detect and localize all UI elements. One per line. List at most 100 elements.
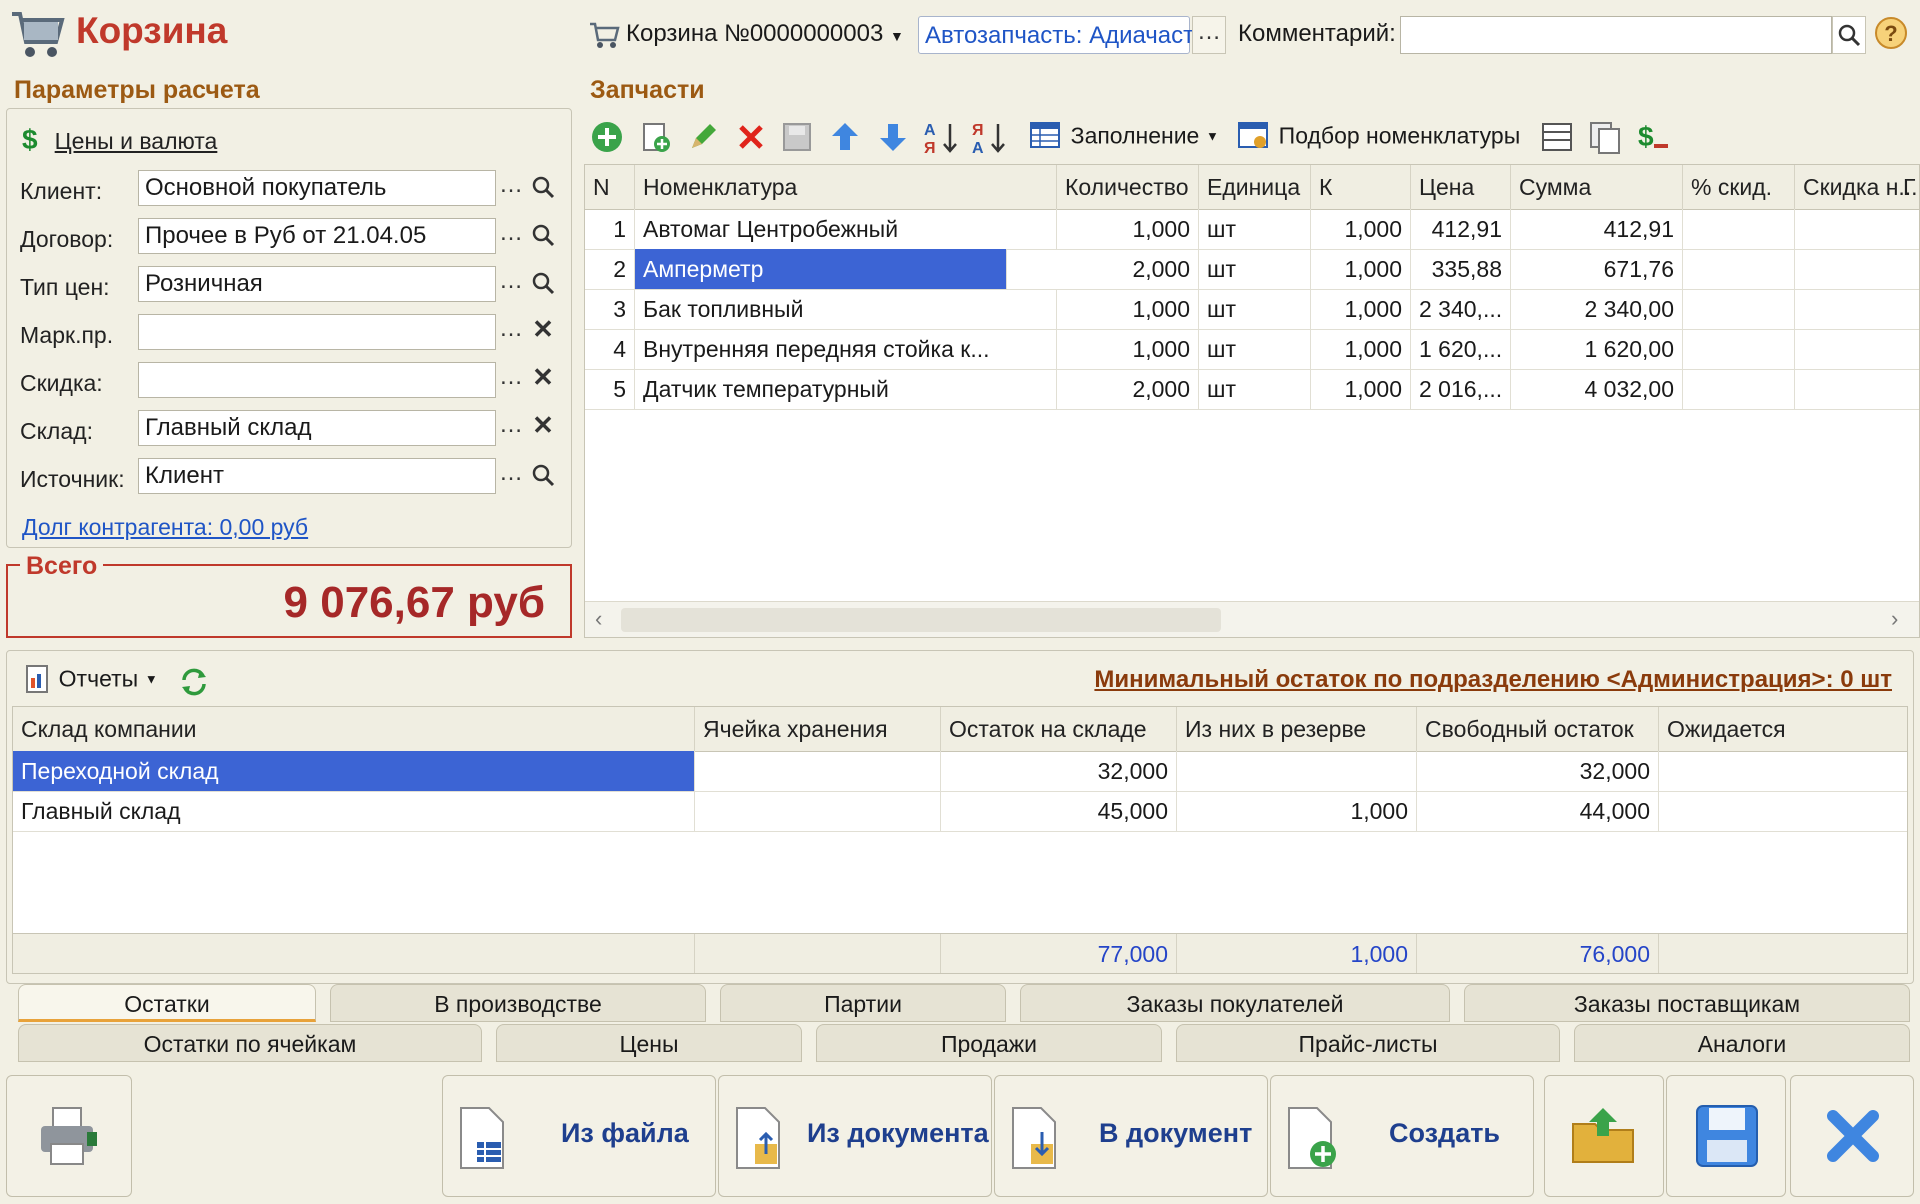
to-document-button[interactable]: В документ (994, 1075, 1268, 1197)
delete-icon[interactable] (732, 118, 770, 156)
row-discount-percent (1683, 209, 1795, 249)
copy-icon[interactable] (1586, 118, 1624, 156)
add-icon[interactable] (588, 118, 626, 156)
discount-field[interactable] (138, 362, 496, 398)
price-type-field[interactable]: Розничная (138, 266, 496, 302)
warehouse-select-button[interactable]: … (494, 410, 528, 446)
price-currency-icon[interactable]: $ (1634, 118, 1672, 156)
col-name[interactable]: Номенклатура (635, 165, 1057, 209)
edit-icon[interactable] (684, 118, 722, 156)
col-cell[interactable]: Ячейка хранения (695, 707, 941, 751)
brand-select-button[interactable]: … (494, 314, 528, 350)
table-row[interactable]: 4 Внутренняя передняя стойка к... 1,000 … (585, 329, 1919, 370)
refresh-icon[interactable] (178, 666, 210, 698)
price-type-select-button[interactable]: … (494, 266, 528, 302)
col-price[interactable]: Цена (1411, 165, 1511, 209)
reports-dropdown[interactable]: Отчеты ▼ (24, 664, 158, 700)
brand-field[interactable] (138, 314, 496, 350)
warehouse-clear-button[interactable]: ✕ (526, 410, 560, 446)
pick-nomenclature-button[interactable]: Подбор номенклатуры (1236, 118, 1520, 156)
save-row-icon[interactable] (778, 118, 816, 156)
client-search-button[interactable] (526, 170, 560, 206)
col-k[interactable]: К (1311, 165, 1411, 209)
tab-remains[interactable]: Остатки (18, 984, 316, 1022)
row-name: Внутренняя передняя стойка к... (635, 329, 1057, 369)
autopart-link[interactable]: Автозапчасть: Адиачаст (925, 22, 1194, 50)
debt-link[interactable]: Долг контрагента: 0,00 руб (22, 514, 308, 541)
sort-asc-icon[interactable]: АЯ (922, 118, 960, 156)
fill-label: Заполнение (1070, 122, 1200, 149)
source-search-button[interactable] (526, 458, 560, 494)
table-row[interactable]: Переходной склад 32,000 32,000 (13, 751, 1907, 792)
parts-hscrollbar[interactable]: ‹ › (585, 601, 1919, 637)
brand-clear-button[interactable]: ✕ (526, 314, 560, 350)
open-folder-button[interactable] (1544, 1075, 1664, 1197)
table-row[interactable]: 3 Бак топливный 1,000 шт 1,000 2 340,...… (585, 289, 1919, 330)
table-row[interactable]: Главный склад 45,000 1,000 44,000 (13, 791, 1907, 832)
col-discount-percent[interactable]: % скид. (1683, 165, 1795, 209)
tab-supplier-orders[interactable]: Заказы поставщикам (1464, 984, 1910, 1022)
autopart-select-button[interactable]: … (1192, 16, 1226, 54)
copy-row-icon[interactable] (636, 118, 674, 156)
move-down-icon[interactable] (874, 118, 912, 156)
sort-desc-icon[interactable]: ЯА (970, 118, 1008, 156)
prices-currency-link[interactable]: $ Цены и валюта (22, 124, 217, 158)
move-up-icon[interactable] (826, 118, 864, 156)
discount-clear-button[interactable]: ✕ (526, 362, 560, 398)
tab-prices[interactable]: Цены (496, 1024, 802, 1062)
min-remain-link[interactable]: Минимальный остаток по подразделению <Ад… (1070, 666, 1892, 694)
tab-customer-orders[interactable]: Заказы покулателей (1020, 984, 1450, 1022)
col-reserve[interactable]: Из них в резерве (1177, 707, 1417, 751)
contract-select-button[interactable]: … (494, 218, 528, 254)
create-button[interactable]: Создать (1270, 1075, 1534, 1197)
scroll-right-icon[interactable]: › (1891, 606, 1898, 632)
pick-nomenclature-label: Подбор номенклатуры (1278, 122, 1521, 149)
table-row[interactable]: 1 Автомаг Центробежный 1,000 шт 1,000 41… (585, 209, 1919, 250)
price-type-search-button[interactable] (526, 266, 560, 302)
contract-field[interactable]: Прочее в Руб от 21.04.05 (138, 218, 496, 254)
col-sum[interactable]: Сумма (1511, 165, 1683, 209)
list-settings-icon[interactable] (1538, 118, 1576, 156)
scroll-thumb[interactable] (621, 608, 1221, 632)
close-button[interactable] (1790, 1075, 1914, 1197)
warehouse-field[interactable]: Главный склад (138, 410, 496, 446)
discount-select-button[interactable]: … (494, 362, 528, 398)
client-select-button[interactable]: … (494, 170, 528, 206)
save-button[interactable] (1666, 1075, 1786, 1197)
col-extra[interactable]: Г (1895, 165, 1919, 209)
row-cell (695, 791, 941, 831)
basket-number-dropdown[interactable]: Корзина №0000000003 ▼ (626, 20, 904, 48)
table-row[interactable]: 5 Датчик температурный 2,000 шт 1,000 2 … (585, 369, 1919, 410)
row-n: 2 (585, 249, 635, 289)
client-field[interactable]: Основной покупатель (138, 170, 496, 206)
from-document-button[interactable]: Из документа (718, 1075, 992, 1197)
print-button[interactable] (6, 1075, 132, 1197)
tab-cell-remains[interactable]: Остатки по ячейкам (18, 1024, 482, 1062)
total-title: Всего (20, 552, 104, 581)
col-qty[interactable]: Количество (1057, 165, 1199, 209)
fill-dropdown[interactable]: Заполнение ▼ (1028, 118, 1219, 156)
autopart-field[interactable]: Автозапчасть: Адиачаст (918, 16, 1194, 54)
table-row[interactable]: 2 Амперметр 2,000 шт 1,000 335,88 671,76 (585, 249, 1919, 290)
help-button[interactable]: ? (1874, 16, 1910, 54)
col-free[interactable]: Свободный остаток (1417, 707, 1659, 751)
source-field[interactable]: Клиент (138, 458, 496, 494)
tab-in-production[interactable]: В производстве (330, 984, 706, 1022)
comment-input[interactable] (1400, 16, 1832, 54)
comment-search-button[interactable] (1832, 16, 1866, 54)
source-select-button[interactable]: … (494, 458, 528, 494)
from-file-button[interactable]: Из файла (442, 1075, 716, 1197)
tab-price-lists[interactable]: Прайс-листы (1176, 1024, 1560, 1062)
scroll-left-icon[interactable]: ‹ (595, 606, 602, 632)
tab-batches[interactable]: Партии (720, 984, 1006, 1022)
svg-text:$: $ (1638, 121, 1654, 152)
tab-analogs[interactable]: Аналоги (1574, 1024, 1910, 1062)
col-expected[interactable]: Ожидается (1659, 707, 1907, 751)
col-unit[interactable]: Единица (1199, 165, 1311, 209)
contract-search-button[interactable] (526, 218, 560, 254)
tab-sales[interactable]: Продажи (816, 1024, 1162, 1062)
col-remain[interactable]: Остаток на складе (941, 707, 1177, 751)
col-store[interactable]: Склад компании (13, 707, 695, 751)
col-n[interactable]: N (585, 165, 635, 209)
svg-text:Я: Я (972, 122, 984, 139)
